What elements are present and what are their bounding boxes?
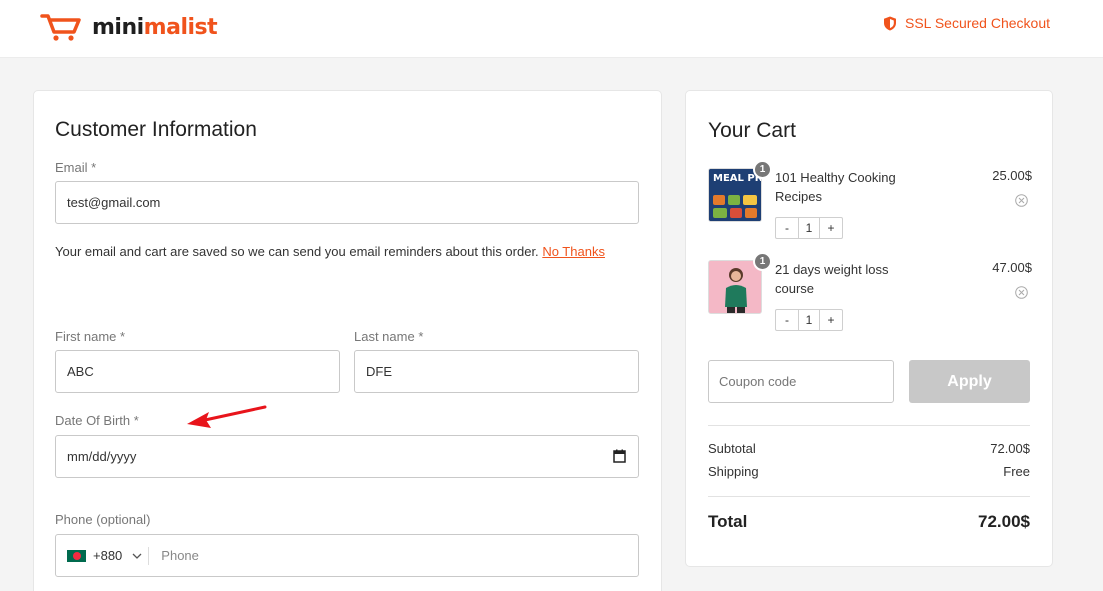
phone-country-code[interactable]: +880 — [93, 548, 122, 563]
qty-decrease-button[interactable]: - — [776, 310, 798, 330]
shipping-row: Shipping Free — [708, 464, 1030, 479]
email-note-text: Your email and cart are saved so we can … — [55, 244, 539, 259]
subtotal-row: Subtotal 72.00$ — [708, 441, 1030, 456]
qty-decrease-button[interactable]: - — [776, 218, 798, 238]
meal-prep-cover-image: MEAL PREP — [709, 169, 761, 221]
shipping-value: Free — [1003, 464, 1030, 479]
top-bar: minimalist SSL Secured Checkout — [0, 0, 1103, 58]
remove-item-icon[interactable] — [1015, 194, 1028, 207]
quantity-badge: 1 — [753, 160, 772, 179]
dob-placeholder: mm/dd/yyyy — [67, 449, 137, 464]
your-cart-card: Your Cart MEAL PREP 1 101 Healthy Cookin… — [685, 90, 1053, 567]
weight-loss-cover-image — [709, 261, 761, 313]
subtotal-label: Subtotal — [708, 441, 756, 456]
email-value: test@gmail.com — [67, 195, 161, 210]
first-name-value: ABC — [67, 364, 94, 379]
ssl-label: SSL Secured Checkout — [904, 15, 1050, 31]
item-price: 47.00$ — [992, 260, 1032, 275]
dob-label: Date Of Birth * — [55, 413, 139, 428]
qty-value[interactable]: 1 — [798, 310, 820, 330]
phone-field[interactable]: +880 Phone — [55, 534, 639, 577]
divider — [708, 496, 1030, 497]
meal-prep-book-thumbnail[interactable]: MEAL PREP — [708, 168, 762, 222]
qty-value[interactable]: 1 — [798, 218, 820, 238]
cart-item: MEAL PREP 1 101 Healthy Cooking Recipes … — [708, 160, 1032, 239]
subtotal-value: 72.00$ — [990, 441, 1030, 456]
cart-logo-icon — [40, 14, 81, 41]
first-name-field[interactable]: ABC — [55, 350, 340, 393]
bangladesh-flag-icon[interactable] — [67, 549, 86, 562]
shield-icon — [883, 16, 896, 30]
qty-increase-button[interactable]: + — [820, 218, 842, 238]
total-value: 72.00$ — [978, 512, 1030, 531]
coupon-code-input[interactable]: Coupon code — [708, 360, 894, 403]
item-price: 25.00$ — [992, 168, 1032, 183]
coupon-placeholder: Coupon code — [719, 374, 797, 389]
cart-item: 1 21 days weight loss course 47.00$ - 1 … — [708, 252, 1032, 331]
calendar-icon[interactable] — [613, 449, 626, 463]
shipping-label: Shipping — [708, 464, 759, 479]
phone-placeholder: Phone — [161, 548, 199, 563]
weight-loss-course-thumbnail[interactable] — [708, 260, 762, 314]
ssl-secured-checkout: SSL Secured Checkout — [883, 15, 1050, 31]
annotation-arrow-icon — [187, 405, 267, 428]
logo-text: minimalist — [92, 14, 218, 40]
apply-coupon-button[interactable]: Apply — [909, 360, 1030, 403]
chevron-down-icon[interactable] — [132, 553, 142, 559]
your-cart-title: Your Cart — [708, 119, 796, 142]
dob-field[interactable]: mm/dd/yyyy — [55, 435, 639, 478]
email-save-note: Your email and cart are saved so we can … — [55, 244, 605, 259]
last-name-label: Last name * — [354, 329, 424, 344]
divider — [708, 425, 1030, 426]
remove-item-icon[interactable] — [1015, 286, 1028, 299]
qty-increase-button[interactable]: + — [820, 310, 842, 330]
quantity-stepper: - 1 + — [775, 309, 843, 331]
email-label: Email * — [55, 160, 97, 175]
last-name-value: DFE — [366, 364, 392, 379]
phone-label: Phone (optional) — [55, 512, 151, 527]
first-name-label: First name * — [55, 329, 126, 344]
item-name: 101 Healthy Cooking Recipes — [775, 170, 896, 204]
quantity-badge: 1 — [753, 252, 772, 271]
email-field[interactable]: test@gmail.com — [55, 181, 639, 224]
customer-information-card: Customer Information Email * test@gmail.… — [33, 90, 662, 591]
no-thanks-link[interactable]: No Thanks — [542, 244, 605, 259]
item-name: 21 days weight loss course — [775, 262, 889, 296]
customer-info-title: Customer Information — [55, 118, 257, 141]
total-row: Total 72.00$ — [708, 512, 1030, 532]
quantity-stepper: - 1 + — [775, 217, 843, 239]
total-label: Total — [708, 512, 748, 531]
phone-separator — [148, 546, 150, 565]
logo[interactable]: minimalist — [40, 10, 218, 44]
last-name-field[interactable]: DFE — [354, 350, 639, 393]
